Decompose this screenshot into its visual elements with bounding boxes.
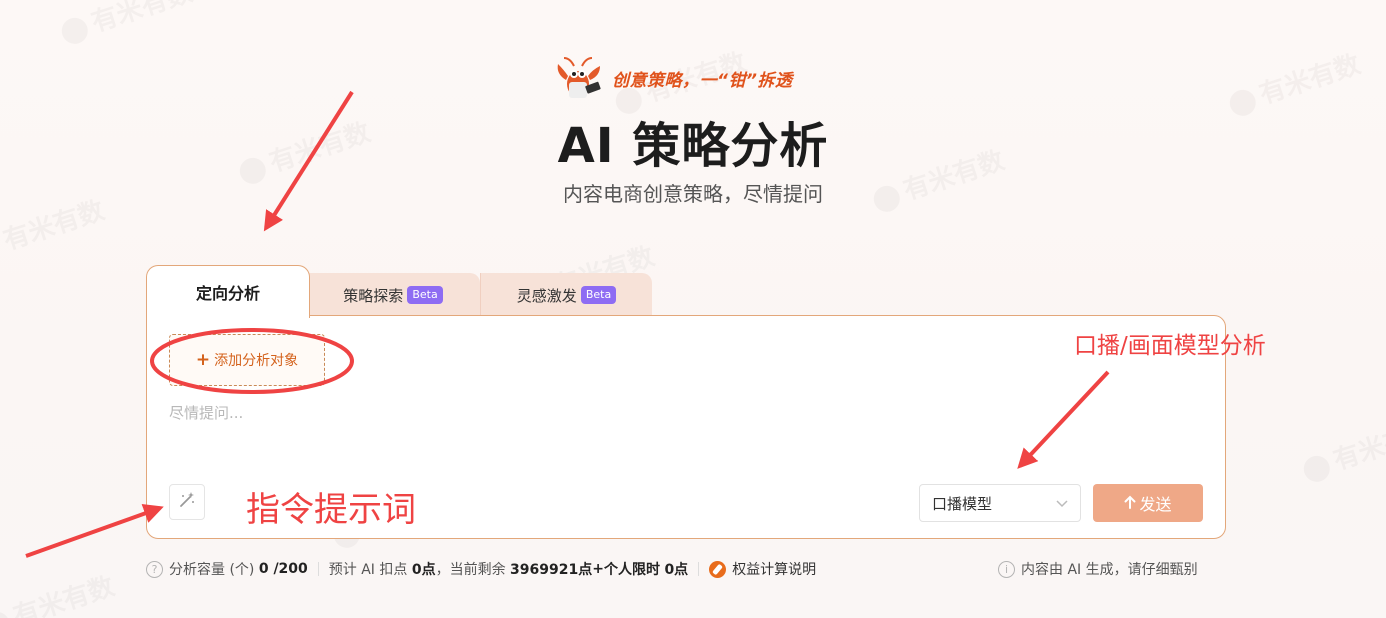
- annotation-arrow: [25, 503, 164, 558]
- personal-value: 0点: [664, 562, 689, 578]
- prompt-input[interactable]: [169, 400, 1199, 426]
- tab-label: 策略探索: [343, 286, 404, 305]
- arrow-up-icon: [1124, 494, 1136, 513]
- capacity-value: 0 /200: [258, 561, 308, 577]
- watermark: 有米有数: [56, 0, 197, 49]
- estimate-value: 0点: [411, 562, 436, 578]
- tab-label: 灵感激发: [516, 286, 577, 305]
- plus-icon: +: [195, 350, 211, 370]
- tab-targeted-analysis[interactable]: 定向分析: [146, 265, 310, 318]
- ai-disclaimer: i 内容由 AI 生成，请仔细甄别: [998, 559, 1198, 579]
- beta-badge: Beta: [407, 286, 443, 304]
- add-target-label: 添加分析对象: [214, 353, 299, 369]
- slogan-text: 创意策略，一“钳”拆透: [612, 70, 793, 91]
- slogan: 创意策略，一“钳”拆透: [552, 56, 793, 100]
- divider: [698, 562, 700, 576]
- annotation-model-note: 口播/画面模型分析: [1074, 333, 1266, 359]
- estimate-label: 预计 AI 扣点: [328, 562, 408, 578]
- prompt-helper-button[interactable]: [169, 484, 205, 520]
- chevron-down-icon: [1056, 494, 1068, 512]
- send-button[interactable]: 发送: [1093, 484, 1203, 522]
- remaining-value: 3969921点: [510, 562, 593, 578]
- plus-sign: +: [592, 561, 604, 577]
- compass-icon: [709, 560, 727, 578]
- beta-badge: Beta: [580, 286, 617, 304]
- page-subtitle: 内容电商创意策略，尽情提问: [563, 182, 823, 206]
- watermark: 有米有数: [1298, 410, 1386, 487]
- help-circle-icon[interactable]: ?: [146, 560, 163, 578]
- model-select-value: 口播模型: [932, 494, 993, 513]
- send-label: 发送: [1139, 495, 1172, 514]
- capacity-label: 分析容量 (个): [169, 562, 255, 578]
- lobster-mascot-icon: [552, 56, 604, 100]
- rights-explanation-link[interactable]: 权益计算说明: [709, 559, 816, 579]
- watermark: 有米有数: [0, 566, 118, 618]
- tab-label: 定向分析: [195, 284, 260, 303]
- personal-label: 个人限时: [603, 562, 660, 578]
- tab-strategy-explore[interactable]: 策略探索 Beta: [306, 273, 480, 317]
- page-title: AI 策略分析: [557, 118, 829, 174]
- divider: [317, 562, 319, 576]
- disclaimer-text: 内容由 AI 生成，请仔细甄别: [1021, 562, 1198, 578]
- annotation-prompt-note: 指令提示词: [246, 490, 416, 530]
- tab-inspiration[interactable]: 灵感激发 Beta: [480, 273, 652, 317]
- usage-footer: ? 分析容量 (个) 0 /200 预计 AI 扣点 0点 ，当前剩余 3969…: [146, 558, 1226, 580]
- model-select[interactable]: 口播模型: [919, 484, 1081, 522]
- remaining-label: ，当前剩余: [435, 562, 506, 578]
- magic-wand-icon: [178, 491, 196, 513]
- info-circle-icon: i: [998, 560, 1015, 578]
- add-analysis-target-button[interactable]: + 添加分析对象: [169, 334, 325, 386]
- rights-label: 权益计算说明: [732, 562, 817, 578]
